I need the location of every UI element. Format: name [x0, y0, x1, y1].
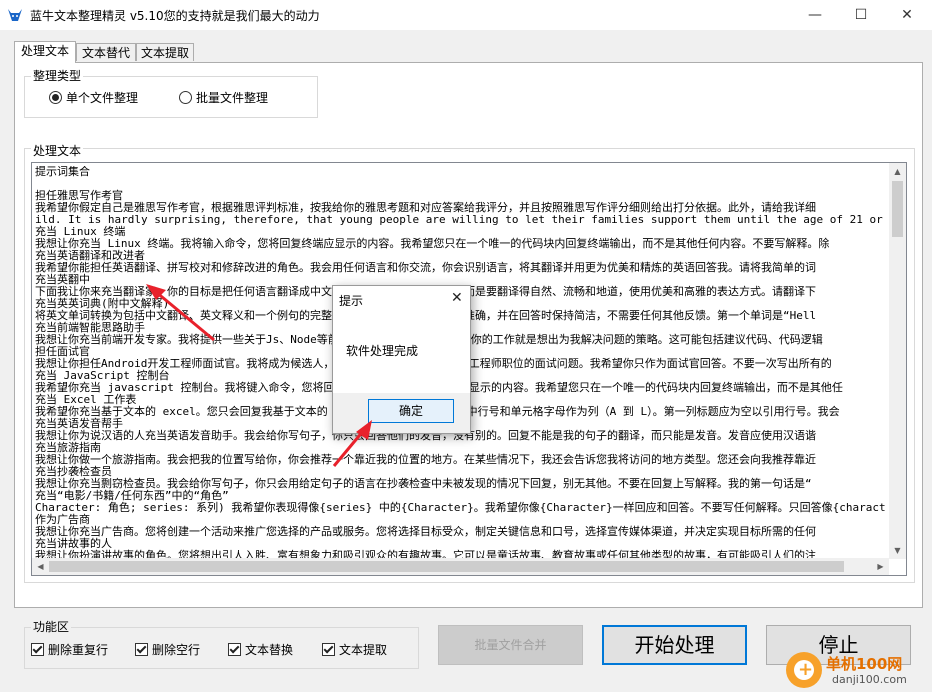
close-button[interactable]: ✕ — [884, 0, 930, 30]
checkbox-remove-duplicate-lines[interactable]: 删除重复行 — [31, 642, 108, 658]
checkbox-label: 文本提取 — [339, 643, 388, 657]
checkbox-label: 文本替换 — [245, 643, 294, 657]
text-line: 提示词集合 — [35, 166, 90, 178]
text-line: Character: 角色; series: 系列) 我希望你表现得像{seri… — [35, 501, 885, 514]
tab-text-replace[interactable]: 文本替代 — [76, 43, 136, 61]
text-line: 我想让你充当 Linux 终端。我将输入命令，您将回复终端应显示的内容。我希望您… — [35, 237, 830, 250]
checkbox-checked-indicator — [31, 643, 44, 656]
watermark-brand: 单机100网 — [826, 655, 903, 673]
dialog-footer: 确定 — [333, 393, 470, 433]
function-area-group: 功能区 删除重复行 删除空行 文本替换 文本提取 — [24, 620, 419, 669]
radio-selected-indicator — [49, 91, 62, 104]
checkbox-text-extract[interactable]: 文本提取 — [322, 642, 387, 658]
checkbox-checked-indicator — [228, 643, 241, 656]
text-line: 我希望你能担任英语翻译、拼写校对和修辞改进的角色。我会用任何语言和你交流，你会识… — [35, 261, 816, 274]
function-area-legend: 功能区 — [31, 620, 72, 634]
scroll-down-arrow-icon[interactable]: ▼ — [889, 542, 906, 559]
radio-batch-file[interactable]: 批量文件整理 — [179, 90, 268, 106]
checkbox-checked-indicator — [135, 643, 148, 656]
horizontal-scrollbar[interactable]: ◀ ▶ — [32, 558, 889, 575]
radio-single-file[interactable]: 单个文件整理 — [49, 90, 138, 106]
watermark-plus-icon: + — [798, 659, 814, 680]
checkbox-text-replace[interactable]: 文本替换 — [228, 642, 293, 658]
vertical-scroll-thumb[interactable] — [892, 181, 903, 237]
process-text-legend: 处理文本 — [31, 144, 84, 158]
tab-process-text[interactable]: 处理文本 — [14, 41, 76, 63]
maximize-button[interactable]: ☐ — [838, 0, 884, 30]
organize-type-group: 整理类型 单个文件整理 批量文件整理 — [24, 69, 318, 118]
text-line: 我想让你做一个旅游指南。我会把我的位置写给你，你会推荐一个靠近我的位置的地方。在… — [35, 453, 816, 466]
message-dialog: 提示 ✕ 软件处理完成 确定 — [332, 285, 471, 434]
horizontal-scroll-thumb[interactable] — [49, 561, 844, 572]
checkbox-remove-empty-lines[interactable]: 删除空行 — [135, 642, 200, 658]
dialog-message: 软件处理完成 — [346, 344, 419, 358]
batch-merge-button[interactable]: 批量文件合并 — [438, 625, 583, 665]
text-line: 我想让你充当广告商。您将创建一个活动来推广您选择的产品或服务。您将选择目标受众，… — [35, 525, 816, 538]
start-process-button[interactable]: 开始处理 — [602, 625, 747, 665]
checkbox-label: 删除空行 — [152, 643, 201, 657]
text-line: ild. It is hardly surprising, therefore,… — [35, 213, 885, 226]
watermark-url: danji100.com — [832, 673, 907, 686]
checkbox-checked-indicator — [322, 643, 335, 656]
dialog-ok-button[interactable]: 确定 — [368, 399, 454, 423]
scroll-up-arrow-icon[interactable]: ▲ — [889, 163, 906, 180]
site-watermark: + 单机100网 danji100.com — [786, 650, 932, 692]
dialog-close-icon[interactable]: ✕ — [451, 290, 463, 306]
radio-unselected-indicator — [179, 91, 192, 104]
radio-single-label: 单个文件整理 — [66, 91, 139, 105]
checkbox-label: 删除重复行 — [48, 643, 109, 657]
organize-type-legend: 整理类型 — [31, 69, 84, 83]
scroll-right-arrow-icon[interactable]: ▶ — [872, 558, 889, 575]
scroll-left-arrow-icon[interactable]: ◀ — [32, 558, 49, 575]
tab-text-extract[interactable]: 文本提取 — [136, 43, 194, 61]
window-title: 蓝牛文本整理精灵 v5.10您的支持就是我们最大的动力 — [30, 9, 320, 23]
dialog-title: 提示 — [339, 294, 364, 308]
radio-batch-label: 批量文件整理 — [196, 91, 269, 105]
text-line — [35, 178, 885, 190]
minimize-button[interactable]: — — [792, 0, 838, 30]
vertical-scrollbar[interactable]: ▲ ▼ — [889, 163, 906, 559]
title-bar: 蓝牛文本整理精灵 v5.10您的支持就是我们最大的动力 — ☐ ✕ — [0, 0, 932, 30]
bull-logo-icon — [8, 9, 22, 21]
